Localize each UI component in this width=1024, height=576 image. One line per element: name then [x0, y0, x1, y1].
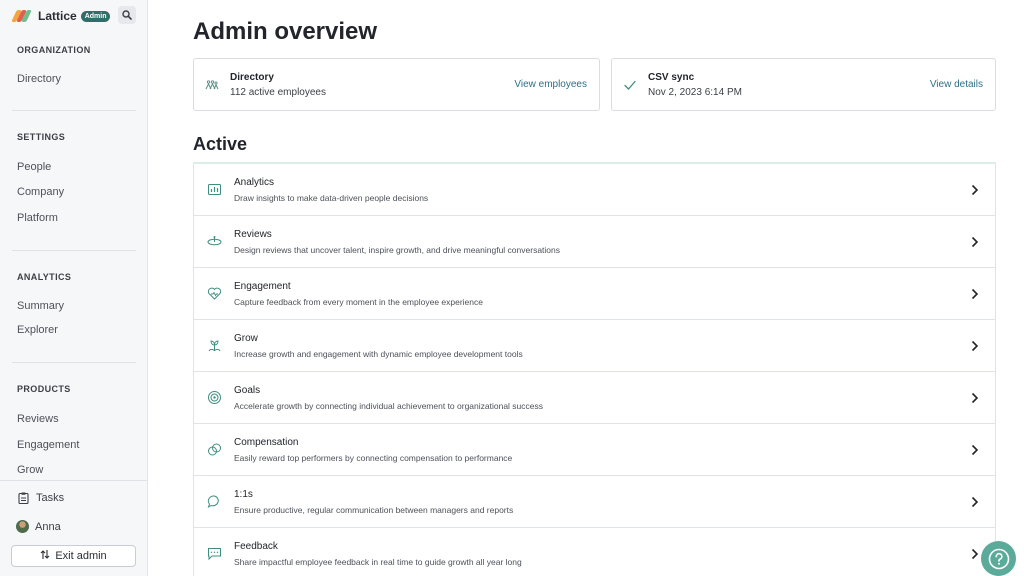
product-title: Feedback	[234, 541, 278, 552]
feedback-icon	[208, 548, 221, 561]
goals-icon	[208, 391, 221, 404]
engagement-icon	[207, 287, 222, 300]
tasks-link[interactable]: Tasks	[17, 492, 64, 504]
sidebar-item-platform[interactable]: Platform	[17, 212, 58, 224]
lattice-logo-icon	[11, 10, 34, 22]
directory-card: Directory 112 active employees View empl…	[193, 58, 600, 111]
user-menu[interactable]: Anna	[16, 520, 61, 533]
sidebar-item-directory[interactable]: Directory	[17, 73, 61, 85]
user-name: Anna	[35, 520, 61, 533]
product-description: Increase growth and engagement with dyna…	[234, 349, 523, 359]
sidebar-divider	[12, 362, 136, 363]
help-button[interactable]	[981, 541, 1016, 576]
check-icon	[624, 80, 636, 90]
exit-admin-label: Exit admin	[55, 550, 107, 562]
product-description: Draw insights to make data-driven people…	[234, 193, 429, 203]
product-row-reviews[interactable]: Reviews Design reviews that uncover tale…	[193, 216, 996, 268]
csv-sync-card: CSV sync Nov 2, 2023 6:14 PM View detail…	[611, 58, 996, 111]
sidebar-heading-organization: ORGANIZATION	[17, 45, 91, 55]
view-details-link[interactable]: View details	[930, 79, 983, 90]
avatar	[16, 520, 29, 533]
chevron-right-icon	[971, 236, 979, 248]
product-description: Accelerate growth by connecting individu…	[234, 401, 544, 411]
search-icon	[122, 10, 132, 20]
help-icon	[988, 548, 1009, 569]
swap-icon	[40, 549, 50, 563]
product-row-one-on-ones[interactable]: 1:1s Ensure productive, regular communic…	[193, 476, 996, 528]
brand[interactable]: Lattice Admin	[11, 8, 111, 24]
sidebar-item-grow[interactable]: Grow	[17, 464, 43, 476]
product-row-engagement[interactable]: Engagement Capture feedback from every m…	[193, 268, 996, 320]
card-title: CSV sync	[648, 72, 695, 83]
chevron-right-icon	[971, 184, 979, 196]
compensation-icon	[208, 443, 221, 456]
grow-icon	[208, 340, 221, 352]
product-row-goals[interactable]: Goals Accelerate growth by connecting in…	[193, 372, 996, 424]
chevron-right-icon	[971, 392, 979, 404]
sidebar-heading-settings: SETTINGS	[17, 132, 66, 142]
chevron-right-icon	[971, 340, 979, 352]
chevron-right-icon	[971, 496, 979, 508]
card-subtitle: 112 active employees	[230, 87, 326, 98]
product-title: Reviews	[234, 229, 272, 240]
sidebar-item-explorer[interactable]: Explorer	[17, 324, 58, 336]
chevron-right-icon	[971, 288, 979, 300]
product-description: Capture feedback from every moment in th…	[234, 297, 483, 307]
sidebar-heading-products: PRODUCTS	[17, 384, 71, 394]
chevron-right-icon	[971, 444, 979, 456]
product-title: Compensation	[234, 437, 299, 448]
product-row-grow[interactable]: Grow Increase growth and engagement with…	[193, 320, 996, 372]
card-subtitle: Nov 2, 2023 6:14 PM	[648, 87, 742, 98]
sidebar-item-company[interactable]: Company	[17, 186, 64, 198]
reviews-icon	[207, 236, 222, 246]
page-title: Admin overview	[193, 18, 378, 45]
sidebar-heading-analytics: ANALYTICS	[17, 272, 72, 282]
product-description: Ensure productive, regular communication…	[234, 505, 514, 515]
sidebar-footer: Tasks Anna Exit admin	[0, 480, 147, 576]
product-description: Design reviews that uncover talent, insp…	[234, 245, 561, 255]
product-description: Share impactful employee feedback in rea…	[234, 557, 522, 567]
sidebar-divider	[12, 110, 136, 111]
sidebar-item-people[interactable]: People	[17, 161, 51, 173]
sidebar-item-engagement[interactable]: Engagement	[17, 439, 79, 451]
sidebar-item-summary[interactable]: Summary	[17, 300, 64, 312]
chevron-right-icon	[971, 548, 979, 560]
product-title: 1:1s	[234, 489, 253, 500]
sidebar-item-reviews[interactable]: Reviews	[17, 413, 59, 425]
admin-badge: Admin	[80, 10, 111, 22]
product-title: Goals	[234, 385, 261, 396]
brand-name: Lattice	[38, 9, 77, 23]
sidebar: Lattice Admin ORGANIZATION Directory SET…	[0, 0, 148, 576]
product-description: Easily reward top performers by connecti…	[234, 453, 513, 463]
product-title: Grow	[234, 333, 258, 344]
analytics-icon	[208, 184, 221, 195]
product-title: Engagement	[234, 281, 291, 292]
one-on-one-icon	[207, 495, 219, 509]
clipboard-icon	[17, 492, 29, 504]
exit-admin-button[interactable]: Exit admin	[11, 545, 136, 567]
product-title: Analytics	[234, 177, 275, 188]
card-title: Directory	[230, 72, 274, 83]
product-row-feedback[interactable]: Feedback Share impactful employee feedba…	[193, 528, 996, 576]
search-button[interactable]	[118, 6, 136, 24]
people-icon	[205, 80, 219, 90]
sidebar-divider	[12, 250, 136, 251]
product-row-compensation[interactable]: Compensation Easily reward top performer…	[193, 424, 996, 476]
active-products-list: Analytics Draw insights to make data-dri…	[193, 162, 996, 576]
product-row-analytics[interactable]: Analytics Draw insights to make data-dri…	[193, 164, 996, 216]
active-section-title: Active	[193, 134, 248, 154]
view-employees-link[interactable]: View employees	[514, 79, 587, 90]
tasks-label: Tasks	[36, 492, 65, 504]
